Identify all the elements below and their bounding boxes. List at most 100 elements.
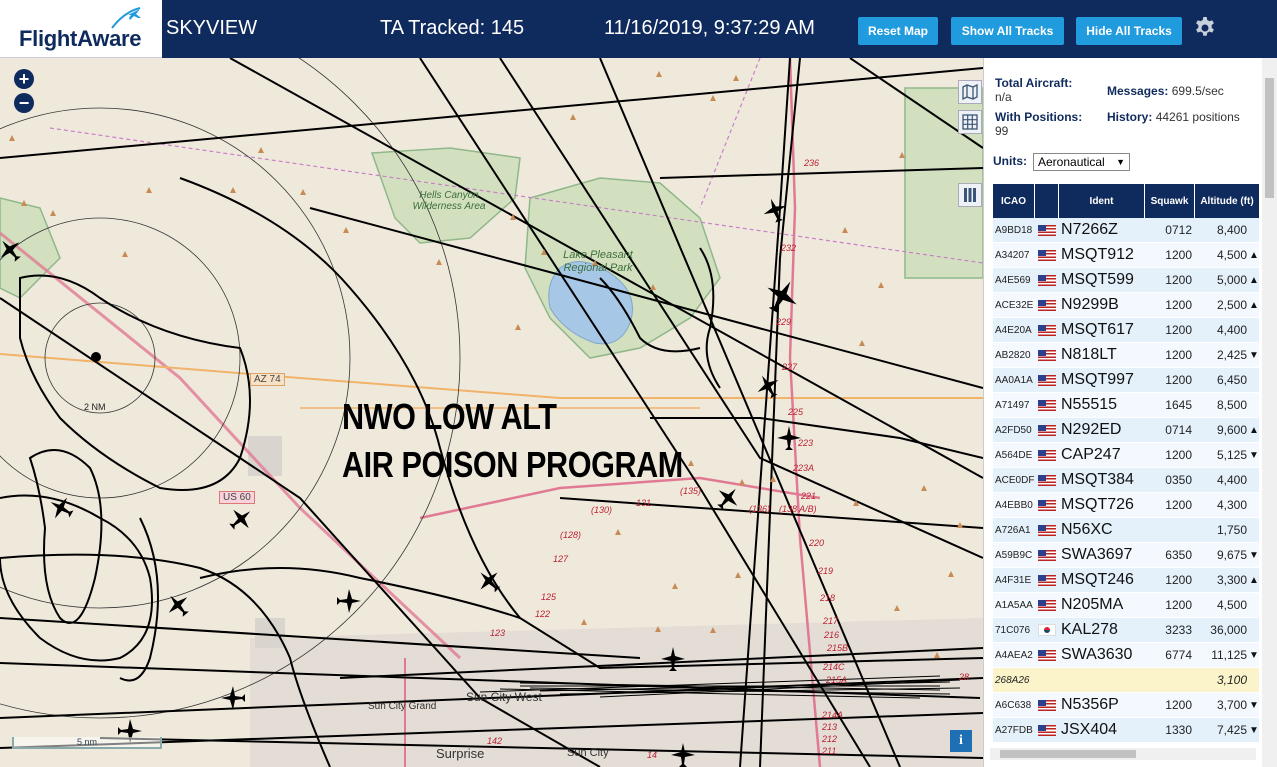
total-aircraft-stat: Total Aircraft: n/a [995, 76, 1072, 104]
scroll-thumb[interactable] [1265, 78, 1274, 198]
info-button[interactable]: i [950, 730, 972, 752]
marker-label: 14 [647, 750, 658, 760]
logo[interactable]: FlightAware [0, 0, 162, 58]
altitude-cell: 3,100 [1216, 673, 1247, 687]
table-row[interactable]: ACE0DF MSQT384 0350 4,400 [993, 468, 1259, 493]
flag-cell [1035, 499, 1059, 511]
zoom-in-button[interactable]: + [14, 69, 34, 89]
altitude-cell: 2,500 [1216, 298, 1247, 312]
flag-us-icon [1038, 499, 1056, 511]
label-az74: AZ 74 [250, 373, 285, 386]
col-altitude[interactable]: Altitude (ft) [1195, 184, 1259, 218]
table-row[interactable]: ACE32E N9299B 1200 2,500 ▲ [993, 293, 1259, 318]
chevron-down-icon: ▼ [1116, 157, 1125, 167]
flag-us-icon [1038, 324, 1056, 336]
table-row[interactable]: A564DE CAP247 1200 5,125 ▼ [993, 443, 1259, 468]
hide-all-tracks-button[interactable]: Hide All Tracks [1076, 17, 1182, 45]
marker-label: (130) [591, 505, 613, 515]
table-row[interactable]: A71497 N55515 1645 8,500 [993, 393, 1259, 418]
grid-icon[interactable] [958, 110, 982, 134]
columns-icon[interactable] [958, 183, 982, 207]
table-row[interactable]: AB2820 N818LT 1200 2,425 ▼ [993, 343, 1259, 368]
altitude-cell: 36,000 [1210, 623, 1247, 637]
flag-us-icon [1038, 699, 1056, 711]
ident-cell: N9299B [1061, 296, 1119, 313]
table-row[interactable]: A2FD50 N292ED 0714 9,600 ▲ [993, 418, 1259, 443]
icao-cell: A1A5AA [995, 599, 1033, 611]
ident-cell: MSQT599 [1061, 271, 1134, 288]
table-row[interactable]: A4F31E MSQT246 1200 3,300 ▲ [993, 568, 1259, 593]
col-icao[interactable]: ICAO [993, 184, 1035, 218]
ident-cell: SWA3697 [1061, 546, 1133, 563]
altitude-trend: ▼ [1249, 449, 1259, 461]
table-row[interactable]: A1A5AA N205MA 1200 4,500 [993, 593, 1259, 618]
marker-label: 218 [820, 593, 836, 603]
marker-label: 217 [823, 616, 839, 626]
marker-label: 215A [826, 675, 848, 685]
flag-us-icon [1038, 224, 1056, 236]
map-layers-icon[interactable] [958, 80, 982, 104]
reset-map-button[interactable]: Reset Map [858, 17, 938, 45]
units-value: Aeronautical [1038, 155, 1105, 169]
flag-us-icon [1038, 299, 1056, 311]
table-row[interactable]: AA0A1A MSQT997 1200 6,450 [993, 368, 1259, 393]
altitude-cell: 4,500 [1216, 598, 1247, 612]
flag-us-icon [1038, 249, 1056, 261]
flag-us-icon [1038, 524, 1056, 536]
col-squawk[interactable]: Squawk [1145, 184, 1195, 218]
squawk-cell: 6774 [1165, 648, 1192, 662]
marker-label: 213 [822, 722, 838, 732]
table-row[interactable]: A4EBB0 MSQT726 1200 4,300 [993, 493, 1259, 518]
altitude-cell: 6,450 [1216, 373, 1247, 387]
aircraft-table: ICAO Ident Squawk Altitude (ft) A9BD18 N7… [993, 184, 1259, 743]
table-hscrollbar[interactable] [990, 748, 1256, 760]
table-row[interactable]: A59B9C SWA3697 6350 9,675 ▼ [993, 543, 1259, 568]
table-row[interactable]: A9BD18 N7266Z 0712 8,400 [993, 218, 1259, 243]
marker-label: 28 [959, 672, 970, 682]
altitude-cell: 5,000 [1216, 273, 1247, 287]
ident-cell: MSQT617 [1061, 321, 1134, 338]
zoom-out-button[interactable]: − [14, 93, 34, 113]
flag-us-icon [1038, 549, 1056, 561]
map-view[interactable]: Hells Canyon Wilderness Area Lake Pleasa… [0, 58, 983, 767]
ident-cell: N7266Z [1061, 221, 1118, 238]
table-row[interactable]: A4AEA2 SWA3630 6774 11,125 ▼ [993, 643, 1259, 668]
marker-label: 131 [636, 498, 652, 508]
ident-cell: MSQT726 [1061, 496, 1134, 513]
icao-cell: ACE0DF [995, 474, 1035, 486]
hscroll-thumb[interactable] [1000, 750, 1136, 758]
table-row[interactable]: 71C076 KAL278 3233 36,000 [993, 618, 1259, 643]
show-all-tracks-button[interactable]: Show All Tracks [951, 17, 1064, 45]
marker-label: 232 [781, 243, 797, 253]
flag-us-icon [1038, 574, 1056, 586]
altitude-cell: 3,700 [1216, 698, 1247, 712]
col-flag[interactable] [1035, 184, 1059, 218]
overlay-text-line2: AIR POISON PROGRAM [342, 444, 683, 485]
table-row[interactable]: A6C638 N5356P 1200 3,700 ▼ [993, 693, 1259, 718]
table-row[interactable]: A27FDB JSX404 1330 7,425 ▼ [993, 718, 1259, 743]
panel-scrollbar[interactable] [1262, 58, 1277, 767]
table-row[interactable]: A726A1 N56XC 1,750 [993, 518, 1259, 543]
history-stat: History: 44261 positions [1107, 110, 1247, 124]
top-header: FlightAware SKYVIEW TA Tracked: 145 11/1… [0, 0, 1277, 58]
marker-label: (138 A/B) [779, 504, 817, 514]
table-row[interactable]: 268A26 3,100 [993, 668, 1259, 693]
icao-cell: A4AEA2 [995, 649, 1033, 661]
gear-icon[interactable] [1193, 16, 1217, 40]
units-select[interactable]: Aeronautical ▼ [1033, 153, 1130, 171]
altitude-cell: 9,675 [1216, 548, 1247, 562]
icao-cell: 268A26 [995, 674, 1030, 686]
flag-cell [1035, 474, 1059, 486]
table-row[interactable]: A4E20A MSQT617 1200 4,400 [993, 318, 1259, 343]
table-row[interactable]: A34207 MSQT912 1200 4,500 ▲ [993, 243, 1259, 268]
table-row[interactable]: A4E569 MSQT599 1200 5,000 ▲ [993, 268, 1259, 293]
ident-cell: N205MA [1061, 596, 1124, 613]
icao-cell: A4E20A [995, 324, 1032, 336]
ident-cell: N292ED [1061, 421, 1122, 438]
ident-cell: MSQT997 [1061, 371, 1134, 388]
ident-cell: N56XC [1061, 521, 1113, 538]
total-aircraft-label: Total Aircraft: [995, 76, 1073, 90]
col-ident[interactable]: Ident [1059, 184, 1145, 218]
flag-us-icon [1038, 449, 1056, 461]
messages-value: 699.5/sec [1171, 84, 1224, 98]
